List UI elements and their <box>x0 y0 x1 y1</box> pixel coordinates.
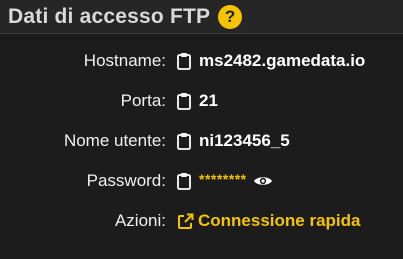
panel-title: Dati di accesso FTP <box>8 5 211 28</box>
port-label: Porta: <box>120 91 166 110</box>
password-row: Password: ******** <box>0 167 403 195</box>
clipboard-icon[interactable] <box>177 92 191 110</box>
clipboard-icon[interactable] <box>177 132 191 150</box>
port-value-wrap: 21 <box>177 91 218 111</box>
external-link-icon <box>178 213 194 229</box>
help-icon[interactable]: ? <box>218 5 243 29</box>
actions-row: Azioni: Connessione rapida <box>0 207 403 235</box>
quick-connect-label: Connessione rapida <box>198 211 361 230</box>
hostname-row: Hostname: ms2482.gamedata.io <box>0 47 403 75</box>
username-value: ni123456_5 <box>199 131 290 150</box>
ftp-access-panel: Dati di accesso FTP ? Hostname: ms2482.g… <box>0 0 403 259</box>
password-label: Password: <box>86 171 166 190</box>
port-value: 21 <box>199 91 218 110</box>
password-value: ******** <box>199 171 247 187</box>
actions-label: Azioni: <box>114 211 166 230</box>
panel-title-wrap: Dati di accesso FTP ? <box>8 5 243 29</box>
clipboard-icon[interactable] <box>177 52 191 70</box>
username-value-wrap: ni123456_5 <box>177 131 290 151</box>
username-label: Nome utente: <box>63 131 166 150</box>
clipboard-icon[interactable] <box>177 172 191 190</box>
eye-icon[interactable] <box>253 174 273 188</box>
password-value-wrap: ******** <box>177 171 273 190</box>
hostname-value: ms2482.gamedata.io <box>199 51 366 70</box>
hostname-value-wrap: ms2482.gamedata.io <box>177 51 365 71</box>
port-row: Porta: 21 <box>0 87 403 115</box>
hostname-label: Hostname: <box>83 51 166 70</box>
username-row: Nome utente: ni123456_5 <box>0 127 403 155</box>
panel-header: Dati di accesso FTP ? <box>0 0 403 34</box>
quick-connect-link[interactable]: Connessione rapida <box>177 211 360 231</box>
